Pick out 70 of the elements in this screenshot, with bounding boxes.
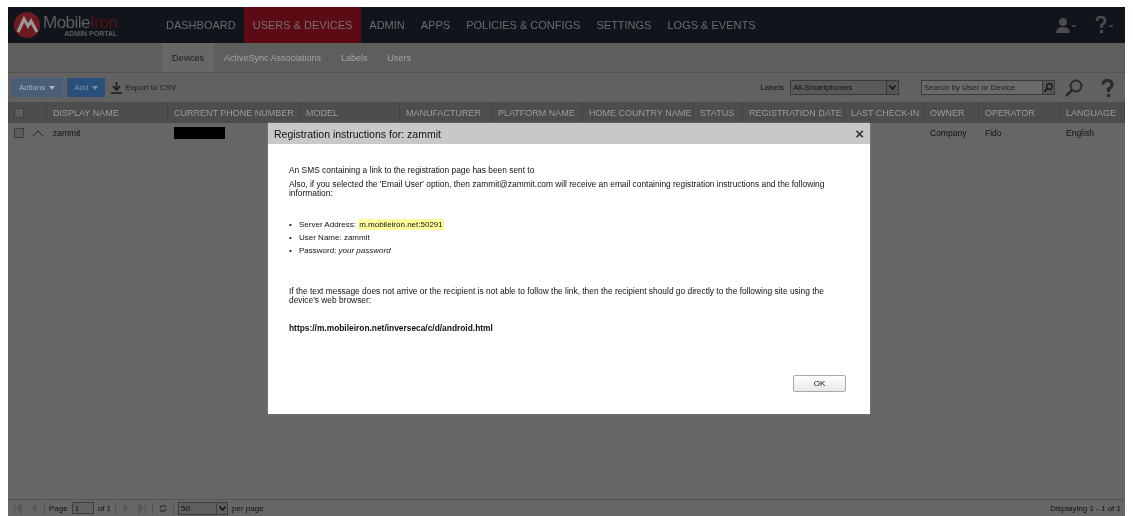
sub-tab[interactable]: Devices <box>162 43 214 72</box>
bullet: • <box>289 232 293 244</box>
sub-tab[interactable]: Users <box>377 43 422 72</box>
nav-tab[interactable]: ADMIN <box>361 7 413 43</box>
list-value: zammit <box>343 233 370 242</box>
list-label: Password: <box>299 246 338 255</box>
column-header: MANUFACTURER <box>406 107 481 118</box>
table-cell: Fido <box>985 128 1002 138</box>
nav-tab[interactable]: USERS & DEVICES <box>243 7 362 43</box>
nav-tab[interactable]: LOGS & EVENTS <box>659 7 764 43</box>
page-input[interactable]: 1 <box>71 502 94 514</box>
column-header: PLATFORM NAME <box>498 107 575 118</box>
dialog-text: An SMS containing a link to the registration page has been sent to <box>289 166 536 175</box>
checkbox[interactable] <box>14 128 24 138</box>
chevron-down-icon <box>218 505 226 511</box>
column-header: REGISTRATION DATE <box>749 107 842 118</box>
checkbox[interactable] <box>14 107 24 118</box>
column-header: CURRENT PHONE NUMBER <box>174 107 294 118</box>
displaying-text: Displaying 1 - 1 of 1 <box>1050 503 1121 513</box>
bullet: • <box>289 219 293 231</box>
per-page-label: per page <box>232 503 264 513</box>
bullet: • <box>289 245 293 257</box>
nav-tab[interactable]: APPS <box>412 7 459 43</box>
search-icon[interactable] <box>1065 78 1083 97</box>
nav-tab[interactable]: POLICIES & CONFIGS <box>458 7 589 43</box>
column-header: OWNER <box>930 107 965 118</box>
list-label: Server Address: <box>299 220 357 229</box>
dialog-text: If the text message does not arrive or the recipient is not able to follow the link, then the recipient should go directly to the following site using the device's web browser: <box>289 287 825 305</box>
export-button[interactable]: Export to CSV <box>109 81 179 94</box>
caret-icon <box>49 85 56 90</box>
redacted-block <box>174 127 225 139</box>
column-header: STATUS <box>700 107 735 118</box>
labels-dropdown[interactable]: All-Smartphones <box>790 80 899 95</box>
nav-tab[interactable]: DASHBOARD <box>158 7 244 43</box>
list-label: User Name: <box>299 233 343 242</box>
logo-text: Mobile <box>43 12 91 32</box>
close-button[interactable]: × <box>855 126 864 141</box>
help-icon[interactable] <box>1095 16 1115 34</box>
table-cell: Company <box>930 128 967 138</box>
download-icon <box>111 81 123 94</box>
url-text: https://m.mobileiron.net/inverseca/c/d/android.html <box>289 324 494 333</box>
nav-tab[interactable]: SETTINGS <box>588 7 660 43</box>
labels-label: Labels <box>760 83 784 92</box>
page-label: Page <box>49 503 68 513</box>
table-cell: zammit <box>53 128 81 138</box>
column-header: HOME COUNTRY NAME <box>589 107 692 118</box>
column-header: DISPLAY NAME <box>53 107 119 118</box>
list-value: your password <box>338 246 391 255</box>
logo-icon[interactable] <box>14 12 40 38</box>
ok-button[interactable]: OK <box>793 375 846 392</box>
dialog-text: Also, if you selected the 'Email User' option, then zammit@zammit.com will receive an email containing registration instructions and the following information: <box>289 180 826 198</box>
refresh-icon[interactable] <box>159 503 168 513</box>
page-size-dropdown[interactable]: 50 <box>178 501 229 515</box>
logo-text: Iron <box>90 12 118 32</box>
column-header: MODEL <box>306 107 338 118</box>
dialog-title: Registration instructions for: zammit <box>274 127 442 140</box>
column-header: LANGUAGE <box>1066 107 1116 118</box>
dropdown-button[interactable]: Add <box>67 78 106 97</box>
help-icon[interactable] <box>1101 78 1114 97</box>
user-icon[interactable] <box>1055 17 1077 33</box>
column-header: LAST CHECK-IN <box>851 107 920 118</box>
table-cell: English <box>1066 128 1094 138</box>
caret-icon <box>92 85 99 90</box>
chevron-up-icon[interactable] <box>32 129 44 137</box>
column-header: OPERATOR <box>985 107 1035 118</box>
list-value: m.mobileiron.net:50291 <box>358 219 444 230</box>
chevron-down-icon <box>889 85 896 90</box>
sub-tab[interactable]: Labels <box>331 43 378 72</box>
page-count: of 1 <box>97 503 112 513</box>
sub-tab[interactable]: ActiveSync Associations <box>214 43 332 72</box>
